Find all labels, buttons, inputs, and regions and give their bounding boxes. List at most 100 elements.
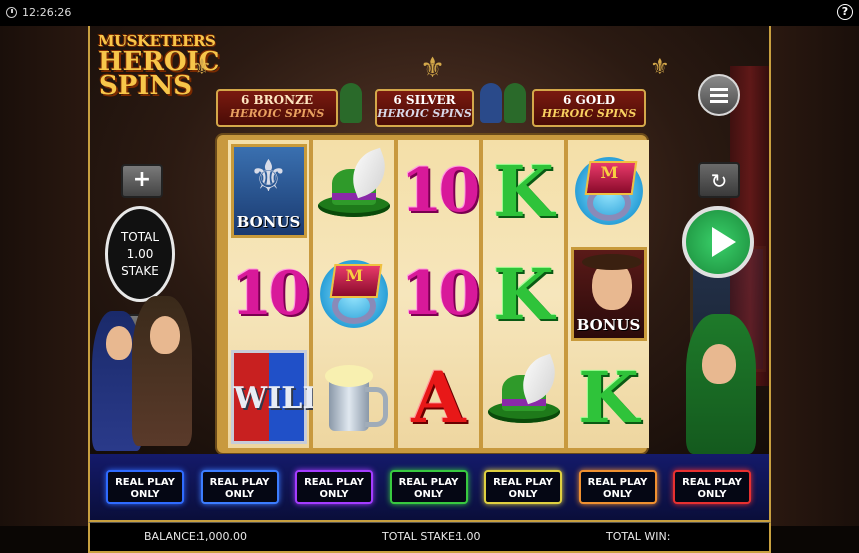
symbol-ten: 10 xyxy=(400,259,480,329)
musketeer-face xyxy=(702,344,736,384)
symbol-wild: WILD xyxy=(230,350,329,444)
bronze-heroic-spins: 6 BRONZE HEROIC SPINS xyxy=(216,89,338,127)
symbol-king: K xyxy=(578,355,639,439)
reel-cell: M xyxy=(313,243,394,345)
real-play-only-button[interactable]: REAL PLAY ONLY xyxy=(200,470,279,504)
stake-increase-button[interactable]: + xyxy=(121,164,163,198)
line-button-label: REAL PLAY xyxy=(209,477,270,488)
real-play-only-button[interactable]: REAL PLAY ONLY xyxy=(295,470,373,504)
real-play-only-button[interactable]: REAL PLAY ONLY xyxy=(389,470,468,504)
symbol-ring: M xyxy=(318,254,390,334)
silver-heroic-spins: 6 SILVER HEROIC SPINS xyxy=(375,89,474,127)
line-button-label-2: ONLY xyxy=(414,489,443,500)
reel-cell xyxy=(483,346,564,448)
clock-time: 12:26:26 xyxy=(22,6,72,19)
bonus-label: BONUS xyxy=(236,213,301,231)
ring-letter: M xyxy=(600,163,619,182)
balance-label: BALANCE: xyxy=(144,530,200,543)
fleur-de-lis-icon: ⚜ xyxy=(248,151,289,202)
reel-frame: ⚜ BONUS 10 WILD M 10 10 A K K M BONUS K xyxy=(217,135,649,453)
line-button-label-2: ONLY xyxy=(603,489,632,500)
symbol-king: K xyxy=(493,252,554,336)
autoplay-button[interactable]: ↻ xyxy=(698,162,740,198)
musketeer-face xyxy=(106,326,132,360)
symbol-ring: M xyxy=(573,151,645,231)
clock-icon xyxy=(6,7,17,18)
line-button-label: REAL PLAY xyxy=(682,477,742,488)
real-play-only-button[interactable]: REAL PLAY ONLY xyxy=(673,470,751,504)
reel-cell xyxy=(313,346,394,448)
bronze-count: 6 BRONZE xyxy=(241,93,313,107)
balance-value: 1,000.00 xyxy=(198,530,247,543)
total-stake-value: 1.00 xyxy=(126,247,154,261)
reel-3: 10 10 A xyxy=(398,140,480,448)
reel-5: M BONUS K xyxy=(568,140,649,448)
line-button-label: REAL PLAY xyxy=(587,477,648,488)
musketeer-character-right xyxy=(686,314,756,454)
reel-4: KK xyxy=(483,140,564,448)
line-button-label: REAL PLAY xyxy=(304,477,364,488)
fleur-de-lis-icon: ⚜ xyxy=(420,51,446,84)
fleur-de-lis-icon: ⚜ xyxy=(192,55,212,80)
backdrop-left xyxy=(0,26,90,526)
game-stage: MUSKETEERS HEROIC SPINS ⚜ ⚜ ⚜ 6 BRONZE H… xyxy=(88,26,771,454)
reel-cell: M xyxy=(568,140,649,242)
autoplay-icon: ↻ xyxy=(710,169,728,193)
ring-letter: M xyxy=(345,266,364,285)
reel-cell: 10 xyxy=(398,140,480,242)
musketeer-mini-icon xyxy=(504,83,526,123)
fleur-de-lis-icon: ⚜ xyxy=(650,55,670,80)
tankard-handle xyxy=(364,387,388,427)
menu-button[interactable] xyxy=(698,74,740,116)
total-stake-label-2: STAKE xyxy=(121,264,159,278)
menu-icon-bar xyxy=(710,100,728,103)
line-button-label: REAL PLAY xyxy=(493,477,553,488)
reel-cell: WILD xyxy=(228,346,329,448)
tankard-foam xyxy=(324,365,373,387)
real-play-only-button[interactable]: REAL PLAY ONLY xyxy=(106,470,184,504)
status-footer: BALANCE: 1,000.00 TOTAL STAKE: 1.00 TOTA… xyxy=(88,522,771,553)
reel-1: ⚜ BONUS 10 WILD xyxy=(228,140,329,448)
line-button-label-2: ONLY xyxy=(508,489,538,500)
real-play-only-button[interactable]: REAL PLAY ONLY xyxy=(484,470,562,504)
wild-label: WILD xyxy=(233,381,329,416)
symbol-ace: A xyxy=(411,355,466,439)
reel-cell: K xyxy=(568,346,649,448)
symbol-hat xyxy=(486,353,564,437)
reel-cell: A xyxy=(398,346,479,448)
backdrop-right xyxy=(770,26,859,526)
musketeer-mini-icon xyxy=(480,83,502,123)
symbol-tankard xyxy=(319,357,389,437)
help-button[interactable]: ? xyxy=(837,4,853,20)
menu-icon-bar xyxy=(710,94,728,97)
gold-count: 6 GOLD xyxy=(562,93,616,107)
game-logo: MUSKETEERS HEROIC SPINS xyxy=(98,32,220,101)
total-stake-display[interactable]: TOTAL 1.00 STAKE xyxy=(105,206,175,302)
total-stake-label-footer: TOTAL STAKE: xyxy=(382,530,459,543)
line-button-label-2: ONLY xyxy=(130,489,160,500)
real-play-only-button[interactable]: REAL PLAY ONLY xyxy=(578,470,657,504)
symbol-ten: 10 xyxy=(400,156,480,226)
reel-cell: BONUS xyxy=(568,243,649,345)
line-button-label-2: ONLY xyxy=(319,489,349,500)
spin-button[interactable] xyxy=(682,206,754,278)
musketeer-face xyxy=(150,316,180,354)
heroic-spins-banner: ⚜ ⚜ ⚜ 6 BRONZE HEROIC SPINS 6 SILVER HER… xyxy=(192,51,670,133)
total-stake-label: TOTAL xyxy=(120,230,160,244)
line-bet-bar: REAL PLAY ONLY REAL PLAY ONLY REAL PLAY ONLY R… xyxy=(88,454,771,522)
line-button-label: REAL PLAY xyxy=(115,477,175,488)
status-bar: 12:26:26 ? xyxy=(0,0,859,26)
logo-line-3: SPINS xyxy=(98,71,193,101)
symbol-king: K xyxy=(493,149,554,233)
menu-icon xyxy=(710,88,728,91)
reel-cell: K xyxy=(483,140,564,242)
symbol-hat xyxy=(316,147,394,231)
symbol-bonus-fleur: ⚜ BONUS xyxy=(230,144,307,238)
gold-label: HEROIC SPINS xyxy=(541,107,637,120)
reel-2: M xyxy=(313,140,394,448)
symbol-ten: 10 xyxy=(230,259,310,329)
hat-icon xyxy=(581,254,642,270)
symbol-bonus-character: BONUS xyxy=(570,247,647,341)
reel-cell: K xyxy=(483,243,564,345)
musketeer-mini-icon xyxy=(340,83,362,123)
